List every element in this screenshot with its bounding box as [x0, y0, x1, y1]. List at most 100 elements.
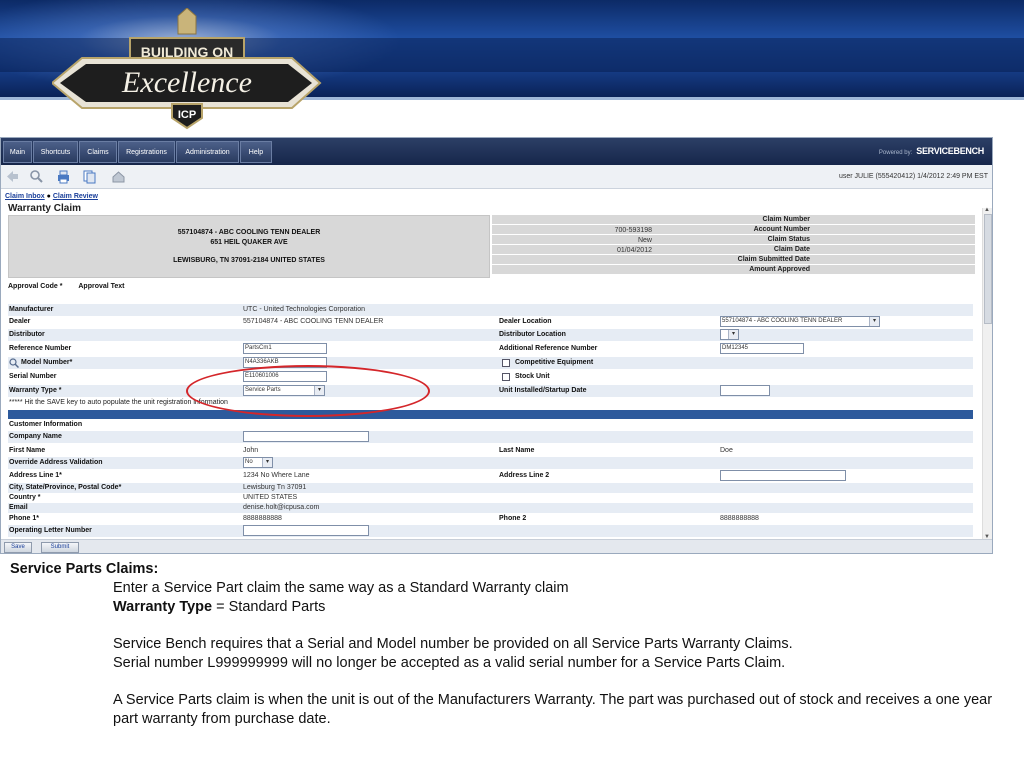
form-row-hint: ***** Hit the SAVE key to auto populate …	[8, 398, 973, 408]
override-address-value: No	[245, 459, 253, 465]
form-row-company: Company Name	[8, 431, 973, 443]
notes-line2-bold: Warranty Type	[113, 599, 213, 615]
search-icon[interactable]	[29, 169, 44, 184]
breadcrumb-separator: ●	[46, 193, 51, 200]
form-row-email: Email denise.holt@icpusa.com	[8, 503, 973, 513]
slide: BUILDING ON Excellence ICP Main Shortcut…	[0, 0, 1024, 768]
country-label: Country *	[9, 494, 41, 501]
notes-line5: A Service Parts claim is when the unit i…	[113, 692, 993, 727]
save-button[interactable]: Save	[4, 542, 32, 553]
form-row-country: Country * UNITED STATES	[8, 493, 973, 503]
amount-approved-row: Amount Approved	[492, 265, 975, 275]
notes-line1: Enter a Service Part claim the same way …	[113, 580, 569, 596]
menu-administration[interactable]: Administration	[176, 141, 239, 163]
dealer-address-block: 557104874 - ABC COOLING TENN DEALER 651 …	[8, 215, 490, 278]
copy-icon[interactable]	[82, 169, 97, 184]
home-icon[interactable]	[111, 169, 126, 184]
phone2-value: 8888888888	[720, 515, 759, 522]
distributor-location-label: Distributor Location	[499, 331, 566, 338]
last-name-value: Doe	[720, 447, 733, 454]
competitive-equipment-checkbox[interactable]	[502, 359, 510, 367]
email-label: Email	[9, 504, 28, 511]
form-row-address: Address Line 1* 1234 No Where Lane Addre…	[8, 470, 973, 482]
form-row-dealer: Dealer 557104874 - ABC COOLING TENN DEAL…	[8, 316, 973, 328]
menu-registrations[interactable]: Registrations	[118, 141, 175, 163]
print-icon[interactable]	[56, 169, 71, 184]
dealer-location-label: Dealer Location	[499, 318, 552, 325]
phone2-label: Phone 2	[499, 515, 527, 522]
action-bar: Save Submit	[1, 539, 992, 553]
dealer-value: 557104874 - ABC COOLING TENN DEALER	[243, 318, 384, 325]
reference-number-label: Reference Number	[9, 345, 72, 352]
account-number-row: Account Number 700-593198	[492, 225, 975, 235]
scroll-up-icon[interactable]: ▲	[984, 207, 990, 213]
claim-date-row: Claim Date 01/04/2012	[492, 245, 975, 255]
phone1-value: 8888888888	[243, 515, 282, 522]
address-line1-value: 1234 No Where Lane	[243, 472, 310, 479]
override-address-select[interactable]: No ▾	[243, 457, 273, 468]
claim-info-table: Claim Number Account Number 700-593198 Cl…	[492, 215, 975, 275]
dealer-location-select[interactable]: 557104874 - ABC COOLING TENN DEALER ▾	[720, 316, 880, 327]
servicebench-window: Main Shortcuts Claims Registrations Admi…	[0, 137, 993, 554]
unit-installed-input[interactable]	[720, 385, 770, 396]
menu-claims[interactable]: Claims	[79, 141, 117, 163]
unit-installed-label: Unit Installed/Startup Date	[499, 387, 587, 394]
menu-help[interactable]: Help	[240, 141, 272, 163]
dealer-location-value: 557104874 - ABC COOLING TENN DEALER	[722, 318, 843, 324]
form-row-operating-letter: Operating Letter Number	[8, 525, 973, 537]
company-name-input[interactable]	[243, 431, 369, 442]
warranty-type-label: Warranty Type *	[9, 387, 62, 394]
model-lookup-icon[interactable]	[9, 358, 19, 368]
back-arrow-icon[interactable]	[5, 169, 20, 184]
email-value: denise.holt@icpusa.com	[243, 504, 320, 511]
country-value: UNITED STATES	[243, 494, 298, 501]
notes-line2: Warranty Type = Standard Parts	[113, 598, 1013, 617]
additional-reference-input[interactable]: DM12345	[720, 343, 804, 354]
competitive-equipment-label: Competitive Equipment	[515, 359, 594, 366]
breadcrumb: Claim Inbox ● Claim Review	[1, 190, 992, 203]
approval-row: Approval Code * Approval Text	[8, 283, 125, 290]
logo-line1: BUILDING ON	[141, 44, 234, 60]
stock-unit-checkbox[interactable]	[502, 373, 510, 381]
chevron-down-icon: ▾	[262, 458, 272, 467]
menu-main[interactable]: Main	[3, 141, 32, 163]
phone1-label: Phone 1*	[9, 515, 39, 522]
address-line2-label: Address Line 2	[499, 472, 550, 479]
address-line1-label: Address Line 1*	[9, 472, 62, 479]
override-address-label: Override Address Validation	[9, 459, 103, 466]
breadcrumb-claim-inbox[interactable]: Claim Inbox	[5, 193, 45, 200]
last-name-label: Last Name	[499, 447, 535, 454]
serial-number-label: Serial Number	[9, 373, 57, 380]
form-row-name: First Name John Last Name Doe	[8, 445, 973, 456]
manufacturer-value: UTC - United Technologies Corporation	[243, 306, 366, 313]
vertical-scrollbar[interactable]: ▲ ▼	[982, 207, 992, 540]
amount-approved-label: Amount Approved	[749, 266, 810, 273]
distributor-location-select[interactable]: ▾	[720, 329, 739, 340]
address-line2-input[interactable]	[720, 470, 846, 481]
user-info: user JULIE (555420412) 1/4/2012 2:49 PM …	[838, 173, 988, 180]
customer-info-heading: Customer Information	[9, 421, 83, 428]
notes-line4: Serial number L999999999 will no longer …	[113, 655, 786, 671]
chevron-down-icon: ▾	[728, 330, 738, 339]
submit-button[interactable]: Submit	[41, 542, 79, 553]
claim-form: Warranty Claim 557104874 - ABC COOLING T…	[1, 203, 984, 539]
claim-number-label: Claim Number	[762, 216, 810, 223]
chevron-down-icon: ▾	[869, 317, 879, 326]
form-row-customer-info: Customer Information	[8, 419, 973, 430]
form-row-warranty-type: Warranty Type * Service Parts ▾ Unit Inst…	[8, 385, 973, 397]
notes-line2-rest: = Standard Parts	[212, 599, 326, 615]
menu-bar: Main Shortcuts Claims Registrations Admi…	[1, 138, 992, 165]
stock-unit-label: Stock Unit	[515, 373, 550, 380]
toolbar: user JULIE (555420412) 1/4/2012 2:49 PM …	[1, 165, 992, 189]
dealer-line3: LEWISBURG, TN 37091-2184 UNITED STATES	[173, 257, 325, 264]
menu-shortcuts[interactable]: Shortcuts	[33, 141, 78, 163]
operating-letter-input[interactable]	[243, 525, 369, 536]
breadcrumb-claim-review[interactable]: Claim Review	[53, 193, 98, 200]
first-name-value: John	[243, 447, 259, 454]
form-row-override: Override Address Validation No ▾	[8, 457, 973, 469]
approval-text-label: Approval Text	[78, 283, 125, 290]
powered-by: Powered by: SERVICEBENCH	[879, 146, 984, 156]
dealer-line1: 557104874 - ABC COOLING TENN DEALER	[177, 229, 321, 236]
scrollbar-thumb[interactable]	[984, 214, 992, 324]
reference-number-input[interactable]: PartsCm1	[243, 343, 327, 354]
